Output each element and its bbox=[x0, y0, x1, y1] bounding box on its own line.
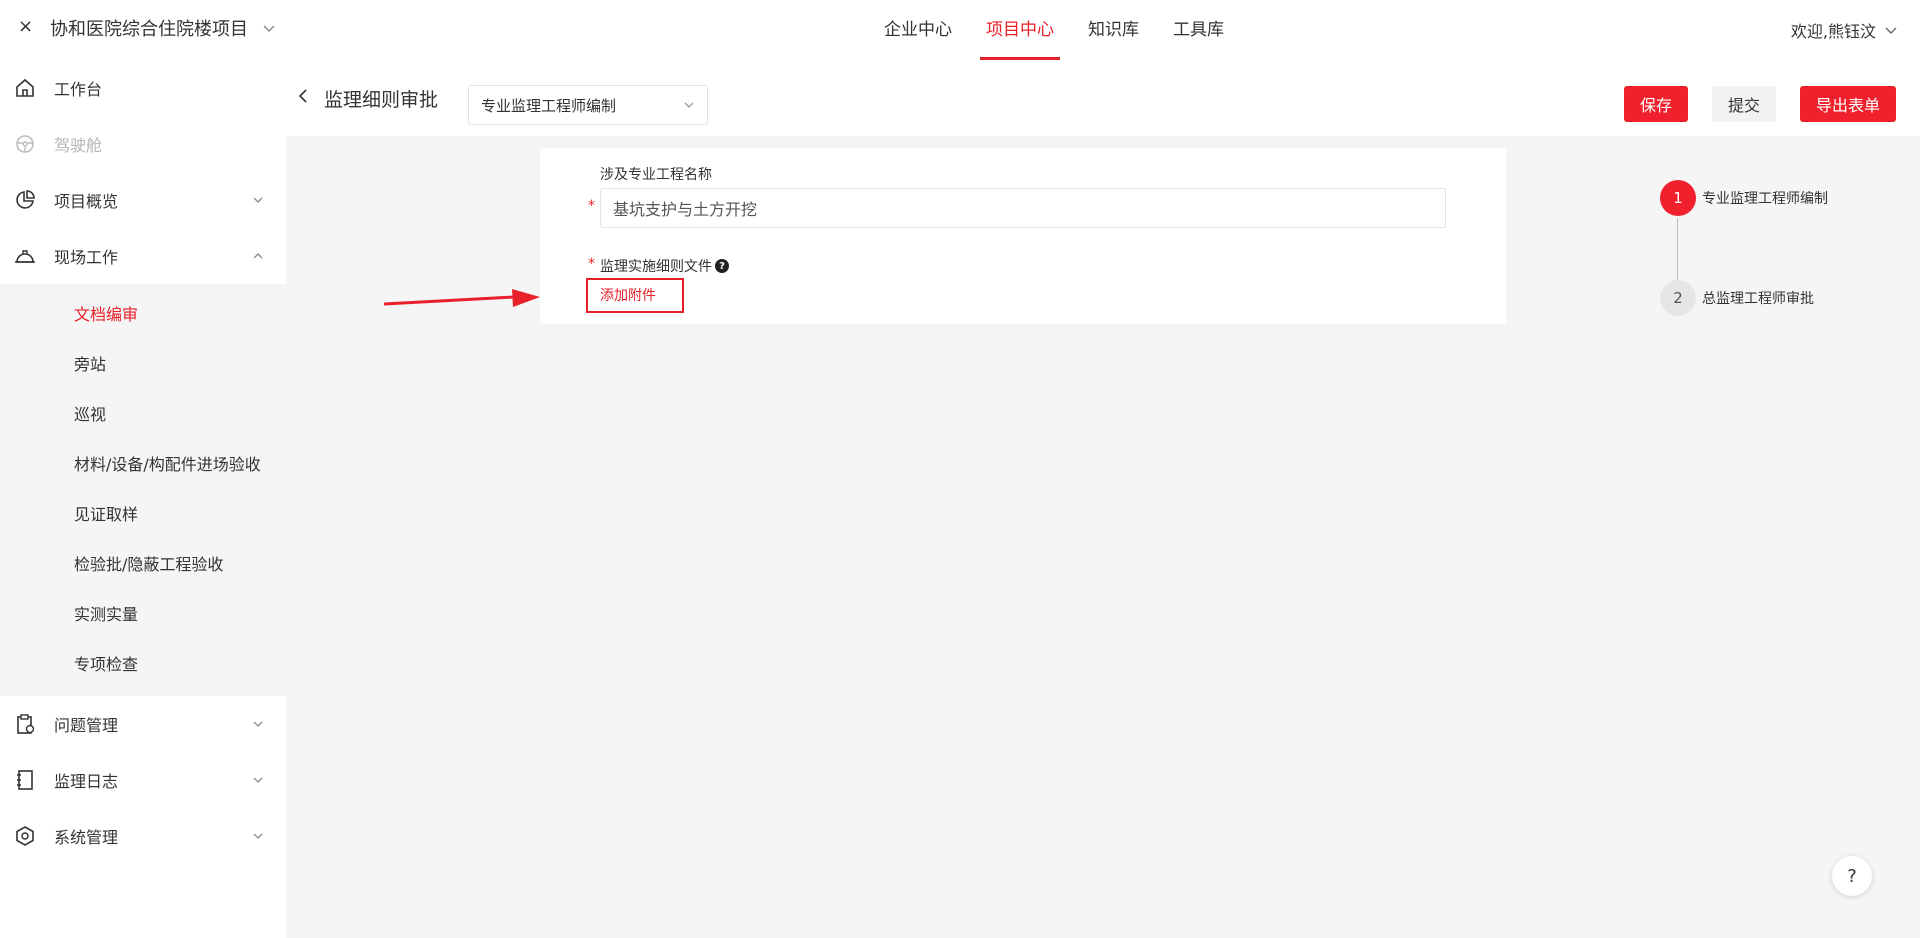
help-circle-icon[interactable]: ? bbox=[715, 259, 729, 273]
site-work-submenu: 文档编审 旁站 巡视 材料/设备/构配件进场验收 见证取样 检验批/隐蔽工程验收… bbox=[0, 284, 286, 696]
sidebar-item-supervision-log[interactable]: 监理日志 bbox=[0, 752, 286, 808]
project-name-label: 涉及专业工程名称 bbox=[600, 167, 712, 183]
chevron-down-icon bbox=[253, 721, 263, 727]
project-name-input[interactable]: 基坑支护与土方开挖 bbox=[600, 188, 1446, 228]
sidebar-subitem-witness-sampling[interactable]: 见证取样 bbox=[0, 490, 286, 540]
home-icon bbox=[14, 77, 36, 99]
step-connector bbox=[1677, 218, 1678, 280]
sidebar-subitem-material-acceptance[interactable]: 材料/设备/构配件进场验收 bbox=[0, 440, 286, 490]
back-arrow-icon[interactable] bbox=[296, 88, 310, 104]
step-2: 2 总监理工程师审批 bbox=[1660, 280, 1814, 316]
help-button[interactable]: ? bbox=[1832, 856, 1872, 896]
chevron-down-icon bbox=[253, 197, 263, 203]
sidebar-item-project-overview[interactable]: 项目概览 bbox=[0, 172, 286, 228]
step-label: 专业监理工程师编制 bbox=[1702, 191, 1828, 207]
required-mark: * bbox=[588, 256, 595, 272]
red-arrow-annotation bbox=[384, 289, 540, 307]
sidebar-subitem-side-station[interactable]: 旁站 bbox=[0, 340, 286, 390]
sidebar-item-label: 工作台 bbox=[54, 80, 103, 99]
welcome-text: 欢迎,熊钰汶 bbox=[1790, 22, 1876, 41]
file-label-text: 监理实施细则文件 bbox=[600, 259, 712, 275]
nav-toolbox[interactable]: 工具库 bbox=[1169, 0, 1228, 60]
sidebar-subitem-special-inspection[interactable]: 专项检查 bbox=[0, 640, 286, 690]
notebook-icon bbox=[14, 769, 36, 791]
step-label: 总监理工程师审批 bbox=[1702, 291, 1814, 307]
save-button[interactable]: 保存 bbox=[1624, 86, 1688, 122]
sidebar-subitem-document-review[interactable]: 文档编审 bbox=[0, 290, 286, 340]
sidebar-item-label: 驾驶舱 bbox=[54, 136, 103, 155]
close-icon[interactable]: × bbox=[18, 16, 33, 37]
sidebar-item-issue-management[interactable]: 问题管理 bbox=[0, 696, 286, 752]
add-attachment-button[interactable]: 添加附件 bbox=[586, 278, 684, 313]
stage-select-value: 专业监理工程师编制 bbox=[481, 96, 617, 115]
steering-wheel-icon bbox=[14, 133, 36, 155]
nav-knowledge-base[interactable]: 知识库 bbox=[1084, 0, 1143, 60]
top-nav: 企业中心 项目中心 知识库 工具库 bbox=[880, 0, 1254, 60]
stage-select[interactable]: 专业监理工程师编制 bbox=[468, 85, 708, 125]
sidebar-subitem-patrol[interactable]: 巡视 bbox=[0, 390, 286, 440]
content-area: 涉及专业工程名称 * 基坑支护与土方开挖 * 监理实施细则文件 ? 添加附件 1… bbox=[286, 136, 1920, 938]
sidebar-item-site-work[interactable]: 现场工作 bbox=[0, 228, 286, 284]
sidebar-item-label: 现场工作 bbox=[54, 248, 119, 267]
top-bar: × 协和医院综合住院楼项目 企业中心 项目中心 知识库 工具库 欢迎,熊钰汶 bbox=[0, 0, 1920, 60]
clipboard-icon bbox=[14, 713, 36, 735]
project-name: 协和医院综合住院楼项目 bbox=[50, 19, 248, 40]
hex-gear-icon bbox=[14, 825, 36, 847]
sidebar-item-cockpit[interactable]: 驾驶舱 bbox=[0, 116, 286, 172]
chevron-down-icon bbox=[1885, 27, 1897, 34]
page-header: 监理细则审批 专业监理工程师编制 保存 提交 导出表单 bbox=[286, 60, 1920, 136]
form-card: 涉及专业工程名称 * 基坑支护与土方开挖 * 监理实施细则文件 ? 添加附件 bbox=[540, 148, 1506, 324]
approval-steps: 1 专业监理工程师编制 2 总监理工程师审批 bbox=[1660, 180, 1900, 316]
chevron-down-icon bbox=[684, 102, 694, 108]
user-menu[interactable]: 欢迎,熊钰汶 bbox=[1791, 18, 1898, 42]
chevron-up-icon bbox=[253, 253, 263, 259]
step-1: 1 专业监理工程师编制 bbox=[1660, 180, 1828, 216]
chevron-down-icon bbox=[253, 833, 263, 839]
page-title: 监理细则审批 bbox=[324, 89, 439, 111]
pie-chart-icon bbox=[14, 189, 36, 211]
sidebar-item-label: 监理日志 bbox=[54, 772, 119, 791]
sidebar-item-label: 项目概览 bbox=[54, 192, 119, 211]
step-number: 2 bbox=[1660, 280, 1696, 316]
nav-project-center[interactable]: 项目中心 bbox=[980, 0, 1060, 60]
nav-enterprise-center[interactable]: 企业中心 bbox=[880, 0, 956, 60]
sidebar-subitem-measurement[interactable]: 实测实量 bbox=[0, 590, 286, 640]
export-form-button[interactable]: 导出表单 bbox=[1800, 86, 1896, 122]
sidebar-item-workbench[interactable]: 工作台 bbox=[0, 60, 286, 116]
sidebar: 工作台 驾驶舱 项目概览 现场工作 文档编审 旁站 巡视 材料/设备/构配件进场… bbox=[0, 60, 286, 938]
submit-button[interactable]: 提交 bbox=[1712, 86, 1776, 122]
file-field-label: 监理实施细则文件 ? bbox=[600, 256, 729, 276]
project-switcher[interactable]: 协和医院综合住院楼项目 bbox=[50, 15, 276, 41]
required-mark: * bbox=[588, 198, 595, 214]
chevron-down-icon bbox=[263, 25, 275, 32]
step-number: 1 bbox=[1660, 180, 1696, 216]
sidebar-item-label: 问题管理 bbox=[54, 716, 119, 735]
chevron-down-icon bbox=[253, 777, 263, 783]
sidebar-item-system-management[interactable]: 系统管理 bbox=[0, 808, 286, 864]
hard-hat-icon bbox=[14, 245, 36, 267]
sidebar-subitem-inspection-lot[interactable]: 检验批/隐蔽工程验收 bbox=[0, 540, 286, 590]
sidebar-item-label: 系统管理 bbox=[54, 828, 119, 847]
